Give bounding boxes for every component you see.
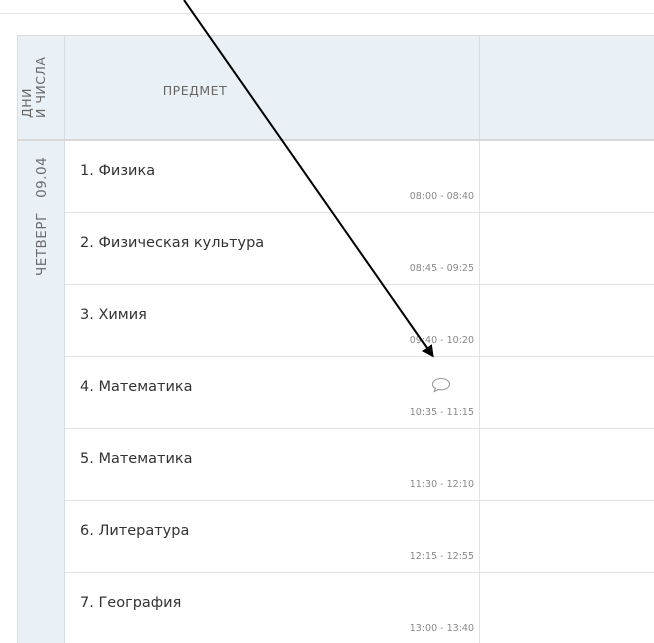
lesson-name[interactable]: 3. Химия: [80, 307, 147, 323]
table-header: ДНИ И ЧИСЛА ПРЕДМЕТ: [18, 36, 654, 141]
lesson-time: 11:30 - 12:10: [409, 479, 474, 490]
lesson-name[interactable]: 4. Математика: [80, 379, 193, 395]
lesson-time: 08:45 - 09:25: [409, 263, 474, 274]
comment-bubble-icon[interactable]: [431, 377, 451, 393]
weekday-label: ЧЕТВЕРГ: [34, 212, 50, 276]
days-header: ДНИ И ЧИСЛА: [18, 36, 65, 139]
lesson-time: 08:00 - 08:40: [409, 191, 474, 202]
lesson-name[interactable]: 5. Математика: [80, 451, 193, 467]
lesson-row[interactable]: 7. География 13:00 - 13:40: [65, 573, 654, 643]
lesson-name[interactable]: 6. Литература: [80, 523, 189, 539]
subject-header: ПРЕДМЕТ: [65, 36, 480, 139]
subject-header-label: ПРЕДМЕТ: [162, 83, 228, 98]
lesson-row[interactable]: 6. Литература 12:15 - 12:55: [65, 501, 654, 573]
lesson-cell[interactable]: 1. Физика 08:00 - 08:40: [65, 141, 480, 212]
lesson-cell[interactable]: 4. Математика 10:35 - 11:15: [65, 357, 480, 428]
lesson-time: 13:00 - 13:40: [409, 623, 474, 634]
days-header-label: ДНИ И ЧИСЛА: [19, 56, 48, 118]
lesson-row[interactable]: 5. Математика 11:30 - 12:10: [65, 429, 654, 501]
lesson-row[interactable]: 2. Физическая культура 08:45 - 09:25: [65, 213, 654, 285]
lesson-cell[interactable]: 5. Математика 11:30 - 12:10: [65, 429, 480, 500]
lesson-name[interactable]: 2. Физическая культура: [80, 235, 264, 251]
lesson-time: 09:40 - 10:20: [409, 335, 474, 346]
lessons-list: 1. Физика 08:00 - 08:40 2. Физическая ку…: [65, 141, 654, 643]
lesson-cell[interactable]: 7. География 13:00 - 13:40: [65, 573, 480, 643]
day-label: ЧЕТВЕРГ 09.04: [34, 146, 50, 276]
lesson-time: 12:15 - 12:55: [409, 551, 474, 562]
top-divider: [0, 13, 654, 14]
lesson-cell[interactable]: 3. Химия 09:40 - 10:20: [65, 285, 480, 356]
lesson-name[interactable]: 1. Физика: [80, 163, 155, 179]
lesson-cell[interactable]: 2. Физическая культура 08:45 - 09:25: [65, 213, 480, 284]
lesson-name[interactable]: 7. География: [80, 595, 181, 611]
lesson-row[interactable]: 3. Химия 09:40 - 10:20: [65, 285, 654, 357]
lesson-time: 10:35 - 11:15: [409, 407, 474, 418]
schedule-table: ДНИ И ЧИСЛА ПРЕДМЕТ ЧЕТВЕРГ 09.04 1. Физ…: [17, 35, 654, 643]
day-column: ЧЕТВЕРГ 09.04: [18, 141, 65, 643]
lesson-cell[interactable]: 6. Литература 12:15 - 12:55: [65, 501, 480, 572]
date-label: 09.04: [34, 156, 50, 198]
page: ДНИ И ЧИСЛА ПРЕДМЕТ ЧЕТВЕРГ 09.04 1. Физ…: [0, 0, 654, 643]
lesson-row[interactable]: 1. Физика 08:00 - 08:40: [65, 141, 654, 213]
lesson-row[interactable]: 4. Математика 10:35 - 11:15: [65, 357, 654, 429]
